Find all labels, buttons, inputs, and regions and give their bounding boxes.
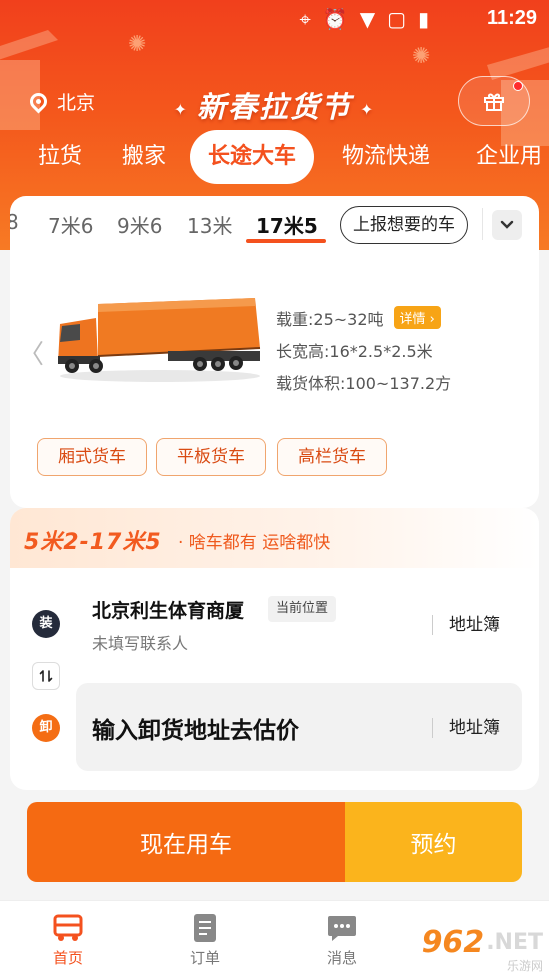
gift-button[interactable] xyxy=(458,76,530,126)
tab-logistics[interactable]: 物流快递 xyxy=(342,130,430,184)
watermark-logo: 962 .NET xyxy=(421,925,543,960)
vehicle-card: 8 7米6 9米6 13米 17米5 上报想要的车 〈 载重:25~32吨 详情 … xyxy=(10,196,539,508)
message-icon xyxy=(328,916,356,941)
slogan-banner: 5米2-17米5 · 啥车都有 运啥都快 xyxy=(10,508,539,568)
firework-decoration-icon: ✺ xyxy=(412,44,431,69)
vehicle-load-spec: 载重:25~32吨 详情 › xyxy=(276,306,441,330)
nav-messages[interactable]: 消息 xyxy=(302,913,382,968)
size-tab[interactable]: 8 xyxy=(10,210,19,234)
use-now-button[interactable]: 现在用车 xyxy=(27,802,345,882)
alarm-icon: ⏰ xyxy=(322,7,348,31)
unload-placeholder: 输入卸货地址去估价 xyxy=(92,718,299,744)
order-icon xyxy=(194,914,216,942)
bottom-navigation: 首页 订单 消息 962 .NET 乐游网 xyxy=(0,900,549,976)
tab-long-haul[interactable]: 长途大车 xyxy=(190,130,315,184)
previous-vehicle-icon[interactable]: 〈 xyxy=(18,334,44,371)
vehicle-dimension-spec: 长宽高:16*2.5*2.5米 xyxy=(276,342,433,361)
unload-badge: 卸 xyxy=(32,714,60,742)
load-address-book-button[interactable]: 地址簿 xyxy=(432,615,500,635)
notification-dot xyxy=(513,81,523,91)
truck-type-box[interactable]: 厢式货车 xyxy=(37,438,147,476)
action-bar: 现在用车 预约 xyxy=(27,802,522,882)
swap-address-button[interactable] xyxy=(32,662,60,690)
tab-enterprise[interactable]: 企业用 xyxy=(476,130,542,184)
divider xyxy=(482,208,483,240)
status-bar: ⌖ ⏰ ▼ ▢ ▮ 11:29 xyxy=(0,0,549,40)
chevron-down-icon xyxy=(500,220,514,229)
load-badge: 装 xyxy=(32,610,60,638)
wifi-icon: ▼ xyxy=(359,7,376,31)
no-sim-icon: ▢ xyxy=(387,7,406,31)
status-icons: ⌖ ⏰ ▼ ▢ ▮ xyxy=(300,7,429,31)
load-contact[interactable]: 未填写联系人 xyxy=(92,630,188,654)
tab-moving[interactable]: 搬家 xyxy=(122,130,166,184)
book-button[interactable]: 预约 xyxy=(345,802,522,882)
nav-orders[interactable]: 订单 xyxy=(165,913,245,968)
size-tab[interactable]: 9米6 xyxy=(117,210,162,239)
size-tab-selected[interactable]: 17米5 xyxy=(256,210,318,239)
nav-messages-label: 消息 xyxy=(326,949,357,967)
truck-type-high-rail[interactable]: 高栏货车 xyxy=(277,438,387,476)
tab-freight[interactable]: 拉货 xyxy=(38,130,82,184)
watermark-subtitle: 乐游网 xyxy=(506,959,543,973)
detail-button[interactable]: 详情 › xyxy=(393,306,441,329)
unload-address-book-button[interactable]: 地址簿 xyxy=(432,718,500,738)
size-tab[interactable]: 13米 xyxy=(187,210,232,239)
nav-orders-label: 订单 xyxy=(189,949,220,967)
vehicle-size-tabs: 8 7米6 9米6 13米 17米5 上报想要的车 xyxy=(10,196,539,252)
size-tab[interactable]: 7米6 xyxy=(48,210,93,239)
order-card: 5米2-17米5 · 啥车都有 运啥都快 装 北京利生体育商厦 当前位置 未填写… xyxy=(10,508,539,790)
location-status-icon: ⌖ xyxy=(299,7,311,31)
vehicle-volume-spec: 载货体积:100~137.2方 xyxy=(276,374,452,393)
status-time: 11:29 xyxy=(486,7,537,29)
current-location-tag: 当前位置 xyxy=(268,596,337,622)
sparkle-icon: ✦ xyxy=(173,99,189,119)
service-tabs: 拉货 搬家 长途大车 物流快递 企业用 xyxy=(0,130,549,185)
nav-home-label: 首页 xyxy=(52,949,83,967)
truck-image xyxy=(58,298,261,382)
sparkle-icon: ✦ xyxy=(360,99,376,119)
slogan-tagline: · 啥车都有 运啥都快 xyxy=(178,533,331,553)
expand-sizes-button[interactable] xyxy=(492,210,522,240)
nav-home[interactable]: 首页 xyxy=(28,913,108,968)
selected-underline xyxy=(246,239,326,243)
truck-type-flatbed[interactable]: 平板货车 xyxy=(156,438,266,476)
gift-icon xyxy=(484,93,504,111)
truck-home-icon xyxy=(53,914,83,941)
swap-icon xyxy=(39,670,53,682)
report-vehicle-button[interactable]: 上报想要的车 xyxy=(340,206,468,244)
vehicle-range: 5米2-17米5 xyxy=(24,530,162,555)
battery-icon: ▮ xyxy=(417,7,429,31)
load-address[interactable]: 北京利生体育商厦 xyxy=(92,596,244,623)
